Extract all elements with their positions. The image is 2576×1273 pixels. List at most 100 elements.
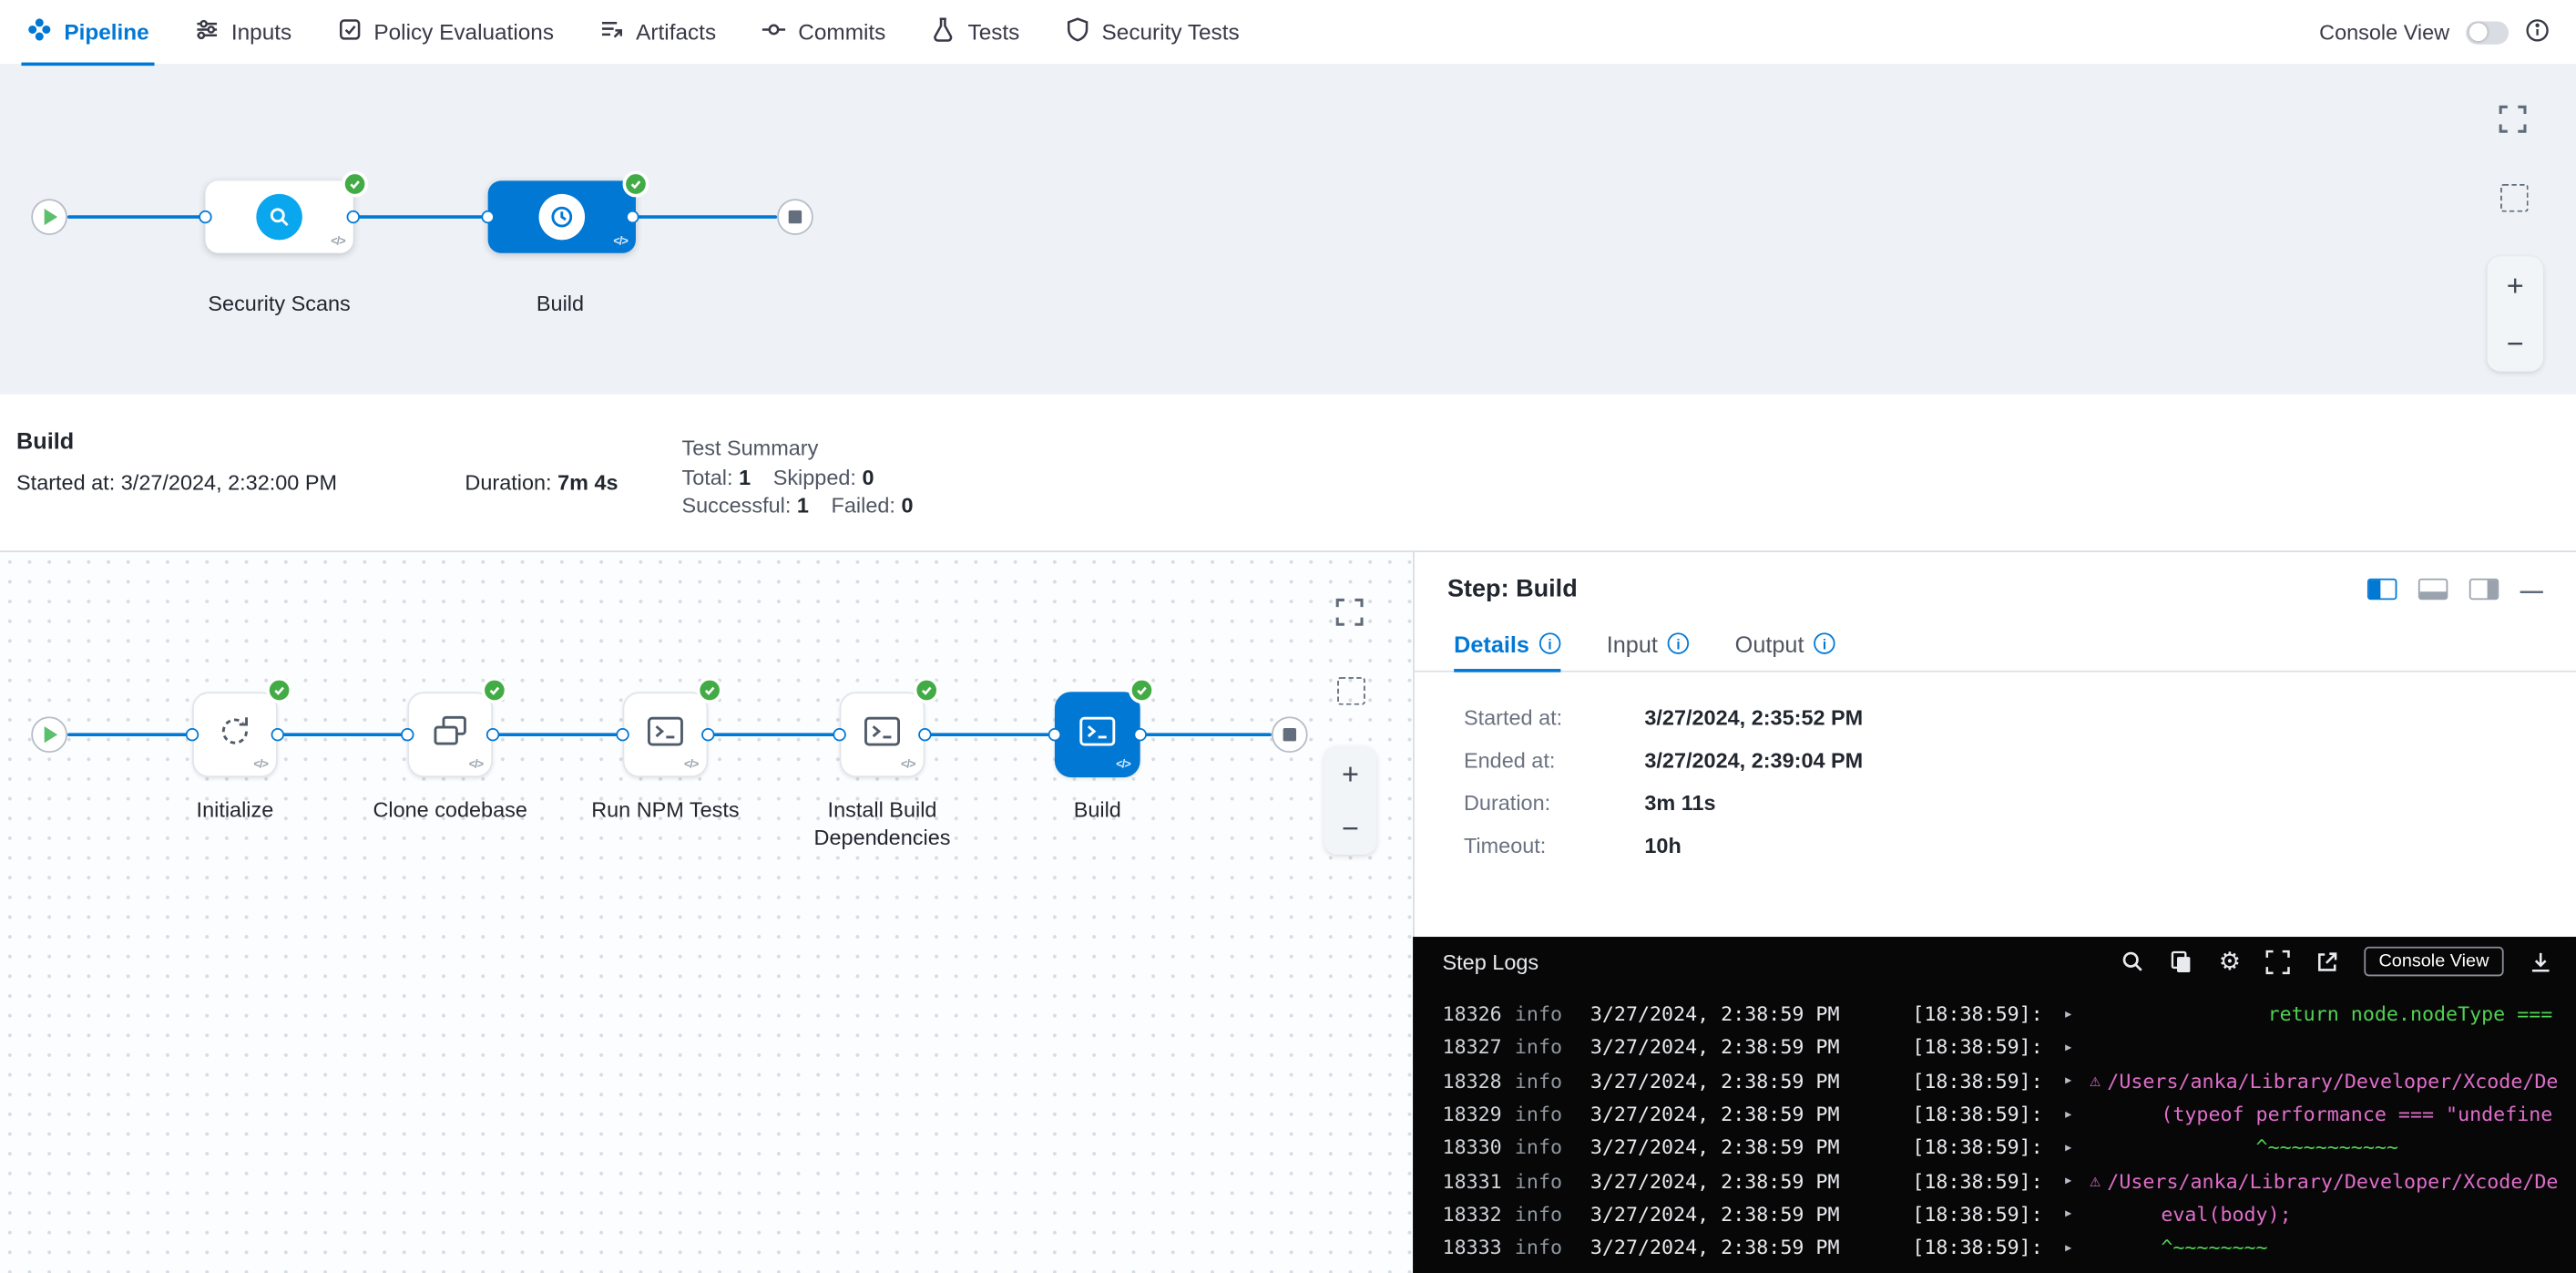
step-node-run-npm-tests[interactable]: </> xyxy=(623,692,709,777)
tab-output[interactable]: Output i xyxy=(1735,616,1835,671)
log-content: ^~~~~~~~~ xyxy=(2090,1237,2576,1259)
tab-security-tests[interactable]: Security Tests xyxy=(1064,0,1240,64)
tab-label: Security Tests xyxy=(1102,20,1240,45)
log-row[interactable]: 18329 info 3/27/2024, 2:38:59 PM [18:38:… xyxy=(1443,1098,2576,1132)
connector-port xyxy=(1133,728,1146,741)
console-view-toggle[interactable] xyxy=(2466,21,2509,44)
tab-pipeline[interactable]: Pipeline xyxy=(26,0,149,64)
log-level: info xyxy=(1515,1036,1590,1059)
info-icon[interactable]: i xyxy=(1539,632,1560,653)
started-label: Started at: xyxy=(16,470,115,495)
clone-icon xyxy=(429,709,472,760)
split-view-right-icon[interactable] xyxy=(2469,579,2499,600)
total-value: 1 xyxy=(739,465,751,489)
step-node-initialize[interactable]: </> xyxy=(192,692,278,777)
expand-caret-icon[interactable]: ▸ xyxy=(2063,1238,2090,1257)
log-level: info xyxy=(1515,1103,1590,1125)
step-node-build[interactable]: </> xyxy=(1055,692,1140,777)
log-row[interactable]: 18330 info 3/27/2024, 2:38:59 PM [18:38:… xyxy=(1443,1131,2576,1165)
log-level: info xyxy=(1515,1237,1590,1259)
tab-tests[interactable]: Tests xyxy=(930,0,1019,64)
tab-input[interactable]: Input i xyxy=(1607,616,1689,671)
tab-policy-evaluations[interactable]: Policy Evaluations xyxy=(336,0,554,64)
tab-inputs[interactable]: Inputs xyxy=(193,0,291,64)
info-icon[interactable]: i xyxy=(1814,632,1835,653)
step-end-node[interactable] xyxy=(1272,716,1308,753)
stage-end-node[interactable] xyxy=(777,199,813,235)
gear-icon[interactable]: ⚙ xyxy=(2219,950,2241,974)
detail-label: Ended at: xyxy=(1464,748,1644,773)
failed-label: Failed: xyxy=(832,493,895,518)
zoom-in-button[interactable]: + xyxy=(2507,271,2524,300)
log-date: 3/27/2024, 2:38:59 PM xyxy=(1590,1136,1912,1159)
expand-caret-icon[interactable]: ▸ xyxy=(2063,1005,2090,1023)
expand-caret-icon[interactable]: ▸ xyxy=(2063,1206,2090,1224)
expand-caret-icon[interactable]: ▸ xyxy=(2063,1105,2090,1124)
step-label: Run NPM Tests xyxy=(550,796,780,824)
step-node-clone-codebase[interactable]: </> xyxy=(407,692,493,777)
stage-node-security-scans[interactable]: </> xyxy=(205,180,353,252)
success-badge xyxy=(697,677,723,703)
expand-caret-icon[interactable]: ▸ xyxy=(2063,1172,2090,1190)
search-icon[interactable] xyxy=(2121,950,2144,972)
stage-node-build[interactable]: </> xyxy=(488,180,636,252)
stage-summary-bar: Build Started at: 3/27/2024, 2:32:00 PM … xyxy=(0,395,2576,550)
zoom-in-button[interactable]: + xyxy=(1342,758,1359,787)
download-icon[interactable] xyxy=(2529,950,2553,974)
info-icon[interactable] xyxy=(2525,17,2550,46)
stage-graph-canvas[interactable]: </> Security Scans </> Build + xyxy=(0,66,2576,395)
log-row[interactable]: 18332 info 3/27/2024, 2:38:59 PM [18:38:… xyxy=(1443,1197,2576,1231)
step-connector xyxy=(493,733,622,736)
tab-label: Artifacts xyxy=(636,20,716,45)
log-line-number: 18331 xyxy=(1443,1169,1515,1192)
minimize-icon[interactable]: — xyxy=(2520,576,2543,602)
log-level: info xyxy=(1515,1136,1590,1159)
log-row[interactable]: 18326 info 3/27/2024, 2:38:59 PM [18:38:… xyxy=(1443,998,2576,1032)
play-icon xyxy=(45,726,57,743)
connector-port xyxy=(199,210,211,223)
expand-caret-icon[interactable]: ▸ xyxy=(2063,1139,2090,1157)
step-select-region-button[interactable] xyxy=(1337,677,1365,705)
expand-caret-icon[interactable]: ▸ xyxy=(2063,1039,2090,1057)
log-timestamp: [18:38:59]: xyxy=(1912,1203,2063,1226)
split-view-bottom-icon[interactable] xyxy=(2418,579,2448,600)
stage-select-region-button[interactable] xyxy=(2500,184,2529,212)
zoom-out-button[interactable]: − xyxy=(2507,328,2524,357)
zoom-out-button[interactable]: − xyxy=(1342,813,1359,842)
console-view-button[interactable]: Console View xyxy=(2364,947,2503,976)
tab-details[interactable]: Details i xyxy=(1454,616,1560,671)
tab-commits[interactable]: Commits xyxy=(761,0,886,64)
terminal-icon xyxy=(1076,709,1119,760)
external-link-icon[interactable] xyxy=(2315,950,2339,974)
log-row[interactable]: 18333 info 3/27/2024, 2:38:59 PM [18:38:… xyxy=(1443,1231,2576,1265)
log-row[interactable]: 18328 info 3/27/2024, 2:38:59 PM [18:38:… xyxy=(1443,1064,2576,1098)
successful-label: Successful: xyxy=(681,493,791,518)
step-node-install-build-dependencies[interactable]: </> xyxy=(840,692,925,777)
split-view-left-icon[interactable] xyxy=(2367,579,2397,600)
duration-label: Duration: xyxy=(465,470,551,495)
expand-caret-icon[interactable]: ▸ xyxy=(2063,1072,2090,1090)
step-graph-canvas[interactable]: </> Initialize </> Clone codebase </> Ru… xyxy=(0,550,1413,1273)
log-row[interactable]: 18331 info 3/27/2024, 2:38:59 PM [18:38:… xyxy=(1443,1165,2576,1198)
code-glyph-icon: </> xyxy=(253,759,268,771)
step-connector xyxy=(708,733,839,736)
warning-icon: ⚠ xyxy=(2090,1071,2101,1092)
build-stage-icon xyxy=(539,194,585,240)
copy-icon[interactable] xyxy=(2170,950,2194,974)
step-panel-tabs: Details i Input i Output i xyxy=(1415,616,2576,672)
step-fullscreen-button[interactable] xyxy=(1335,598,1364,634)
console-view-label: Console View xyxy=(2319,20,2449,45)
tab-label: Output xyxy=(1735,631,1804,657)
tab-artifacts[interactable]: Artifacts xyxy=(598,0,716,64)
step-start-node[interactable] xyxy=(31,716,67,753)
tab-label: Pipeline xyxy=(64,20,148,45)
stage-start-node[interactable] xyxy=(31,199,67,235)
fullscreen-icon[interactable] xyxy=(2265,950,2290,974)
step-label: Build xyxy=(983,796,1212,824)
code-glyph-icon: </> xyxy=(684,759,699,771)
info-icon[interactable]: i xyxy=(1668,632,1689,653)
step-connector xyxy=(67,733,192,736)
stage-fullscreen-button[interactable] xyxy=(2499,105,2527,141)
step-connector xyxy=(925,733,1054,736)
log-row[interactable]: 18327 info 3/27/2024, 2:38:59 PM [18:38:… xyxy=(1443,1031,2576,1064)
